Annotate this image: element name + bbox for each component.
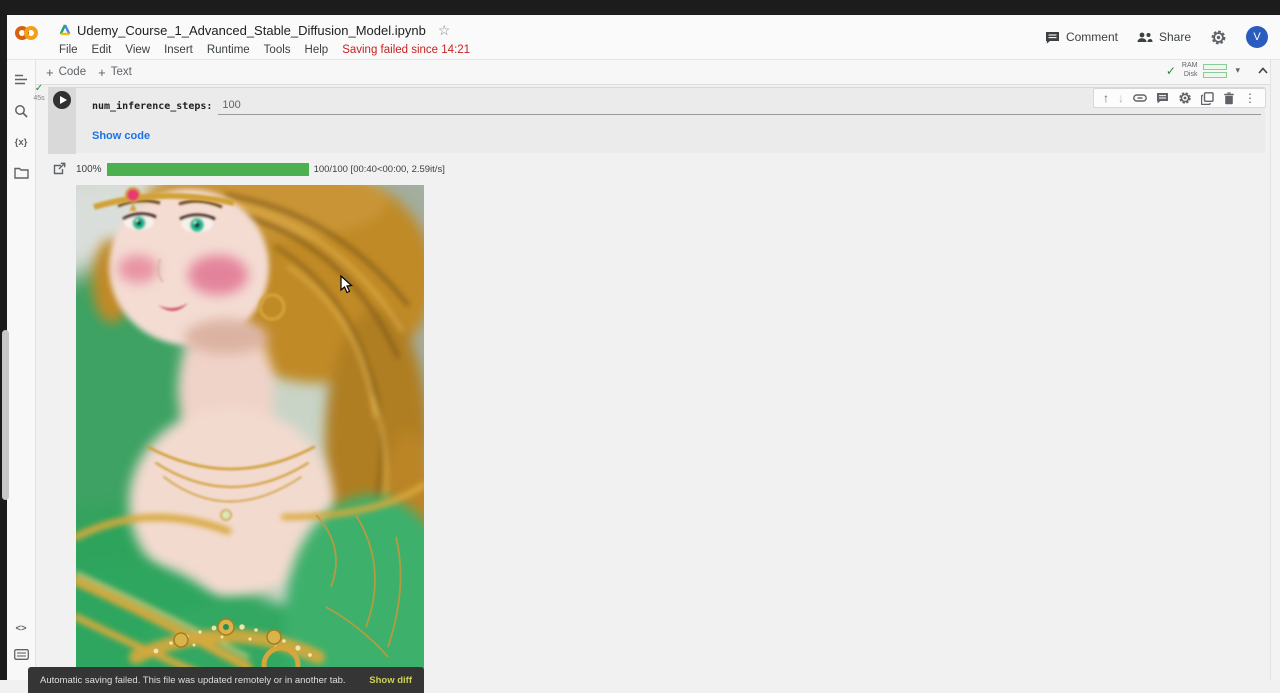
progress-bar [107, 163, 309, 176]
menu-view[interactable]: View [125, 44, 150, 56]
ram-label: RAM [1182, 62, 1198, 70]
menu-file[interactable]: File [59, 44, 78, 56]
comment-label: Comment [1066, 30, 1118, 44]
autosave-failed-toast: Automatic saving failed. This file was u… [28, 667, 424, 693]
more-actions-icon[interactable]: ⋮ [1244, 92, 1256, 104]
menu-bar: File Edit View Insert Runtime Tools Help… [59, 42, 470, 58]
vertical-scrollbar[interactable] [1270, 60, 1280, 680]
ram-meter [1203, 64, 1227, 70]
progress-stats: 100/100 [00:40<00:00, 2.59it/s] [314, 164, 445, 175]
copy-link-icon[interactable] [1133, 94, 1147, 102]
menu-runtime[interactable]: Runtime [207, 44, 250, 56]
comment-button[interactable]: Comment [1045, 30, 1118, 44]
drive-icon [59, 24, 71, 36]
collapse-header-icon[interactable] [1256, 64, 1270, 78]
tqdm-progress: 100% 100/100 [00:40<00:00, 2.59it/s] [76, 163, 445, 176]
search-icon[interactable] [13, 103, 29, 119]
play-icon [60, 96, 67, 104]
saving-failed-status[interactable]: Saving failed since 14:21 [342, 44, 470, 56]
left-sidebar: {x} <> [7, 60, 36, 680]
add-code-button[interactable]: + Code [46, 65, 86, 80]
table-of-contents-icon[interactable] [13, 72, 29, 88]
execution-success-check-icon: ✓ [31, 84, 47, 94]
variables-glyph: {x} [15, 137, 28, 148]
scrollbar-thumb[interactable] [2, 330, 9, 500]
resources-indicator[interactable]: ✓ RAM Disk ▾ [1166, 62, 1240, 79]
delete-cell-trash-icon[interactable] [1223, 92, 1235, 105]
window-top-bar [0, 0, 1280, 15]
show-diff-button[interactable]: Show diff [369, 675, 412, 686]
notebook-title[interactable]: Udemy_Course_1_Advanced_Stable_Diffusion… [77, 23, 426, 38]
menu-help[interactable]: Help [305, 44, 329, 56]
menu-edit[interactable]: Edit [92, 44, 112, 56]
caret-down-icon[interactable]: ▾ [1235, 65, 1240, 76]
share-label: Share [1159, 30, 1191, 44]
plus-icon: + [46, 65, 54, 80]
cell-execution-badge: ✓ 45s [31, 84, 47, 102]
move-cell-up-button[interactable]: ↑ [1103, 92, 1109, 104]
code-snippets-glyph: <> [15, 623, 26, 634]
cell-settings-gear-icon[interactable] [1178, 91, 1192, 105]
cell-output-icon[interactable] [52, 162, 66, 176]
menu-insert[interactable]: Insert [164, 44, 193, 56]
avatar[interactable]: V [1246, 26, 1268, 48]
resource-labels: RAM Disk [1182, 62, 1198, 79]
comment-icon [1045, 31, 1060, 44]
add-text-button[interactable]: + Text [98, 65, 132, 80]
progress-percent: 100% [76, 164, 102, 175]
disk-meter [1203, 72, 1227, 78]
show-code-link[interactable]: Show code [92, 130, 150, 142]
colab-header: Udemy_Course_1_Advanced_Stable_Diffusion… [7, 15, 1280, 60]
title-row: Udemy_Course_1_Advanced_Stable_Diffusion… [59, 21, 450, 39]
add-code-label: Code [59, 66, 87, 78]
connected-check-icon: ✓ [1166, 64, 1176, 78]
resource-meters [1203, 64, 1227, 78]
toast-message: Automatic saving failed. This file was u… [40, 675, 346, 686]
portrait-illustration [76, 185, 424, 680]
settings-gear-icon[interactable] [1210, 29, 1227, 46]
share-icon [1137, 31, 1153, 43]
mouse-cursor [340, 275, 353, 294]
variables-icon[interactable]: {x} [13, 134, 29, 150]
plus-icon: + [98, 65, 106, 80]
form-row: num_inference_steps: 100 [92, 99, 1261, 115]
colab-logo-ring [24, 26, 38, 40]
generated-image-output [76, 185, 424, 680]
colab-logo-icon[interactable] [15, 22, 49, 46]
star-icon[interactable]: ☆ [438, 22, 451, 39]
disk-label: Disk [1184, 71, 1198, 79]
files-folder-icon[interactable] [13, 165, 29, 181]
form-param-label: num_inference_steps: [92, 101, 212, 115]
execution-time: 45s [31, 95, 47, 102]
share-button[interactable]: Share [1137, 30, 1191, 44]
run-cell-button[interactable] [53, 91, 71, 109]
move-cell-down-button[interactable]: ↓ [1118, 92, 1124, 104]
mirror-cell-copy-icon[interactable] [1201, 92, 1214, 105]
cell-toolbar: ↑ ↓ ⋮ [1093, 88, 1266, 108]
code-snippets-icon[interactable]: <> [13, 620, 29, 636]
add-comment-icon[interactable] [1156, 92, 1169, 104]
progress-bar-fill [107, 163, 309, 176]
terminal-icon[interactable] [13, 646, 29, 662]
menu-tools[interactable]: Tools [264, 44, 291, 56]
code-cell[interactable]: num_inference_steps: 100 Show code [48, 87, 1265, 153]
header-actions: Comment Share V [1045, 23, 1268, 51]
notebook-toolbar: + Code + Text ✓ RAM Disk ▾ [36, 60, 1280, 85]
add-text-label: Text [111, 66, 132, 78]
